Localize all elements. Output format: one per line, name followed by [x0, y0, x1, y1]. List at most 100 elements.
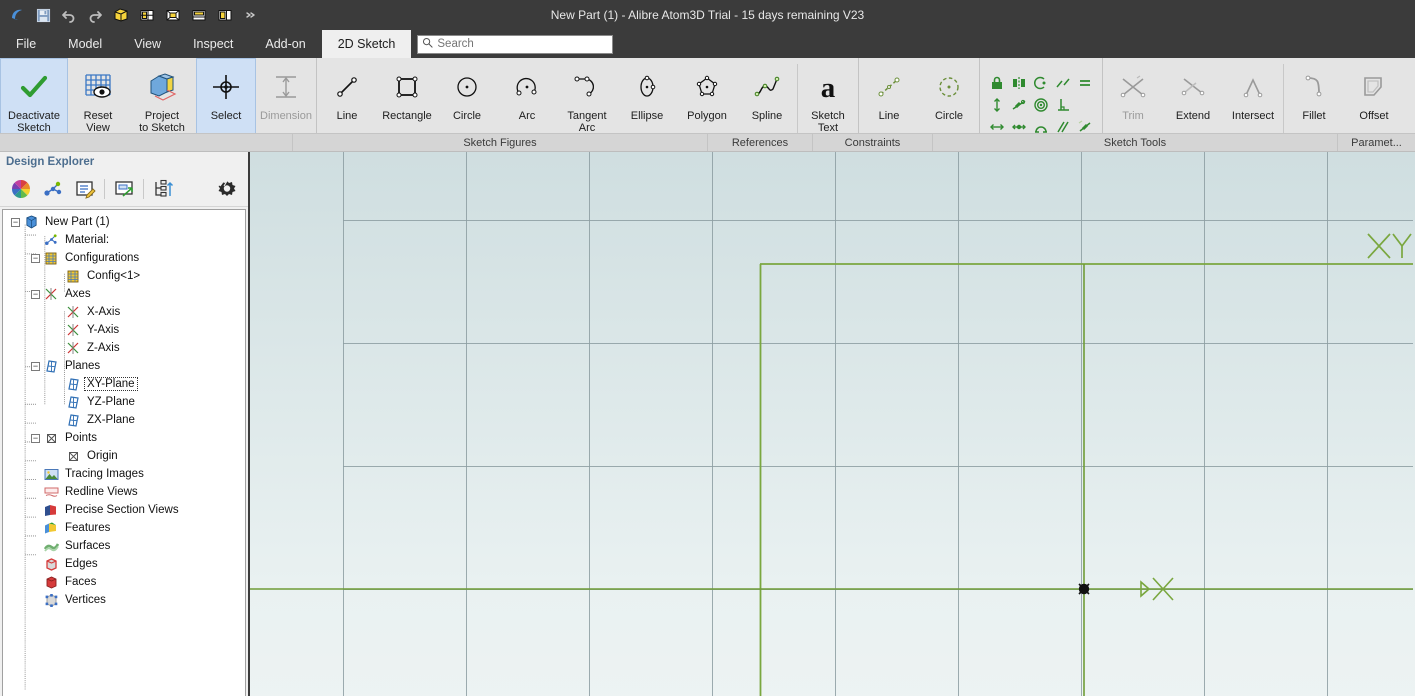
search-input[interactable]: [437, 38, 609, 50]
tree-node-xy-plane[interactable]: XY-Plane: [3, 375, 245, 393]
origin-point-icon: [1078, 583, 1090, 595]
menu-file[interactable]: File: [0, 30, 52, 58]
menu-addon[interactable]: Add-on: [249, 30, 321, 58]
expander-none: [31, 470, 40, 479]
tree-node-axes[interactable]: − Axes: [3, 285, 245, 303]
tree-node-x-axis[interactable]: X-Axis: [3, 303, 245, 321]
expander-none: [53, 272, 62, 281]
part-icon: [23, 215, 39, 230]
more-commands-icon[interactable]: [240, 4, 262, 26]
color-wheel-icon[interactable]: [8, 176, 34, 202]
tree-node-y-axis[interactable]: Y-Axis: [3, 321, 245, 339]
coincident-constraint-icon[interactable]: [1031, 95, 1051, 115]
line-icon: [332, 67, 362, 107]
caption-blank: [0, 134, 293, 151]
origin-icon: [65, 449, 81, 464]
reorder-up-icon[interactable]: [150, 176, 176, 202]
expander-minus-icon[interactable]: −: [11, 217, 20, 227]
view-iso-icon[interactable]: [110, 4, 132, 26]
tree-label: Features: [65, 522, 111, 534]
green-check-icon: [19, 67, 49, 107]
tangent-constraint-icon[interactable]: [1009, 95, 1029, 115]
concentric-constraint-icon[interactable]: [1031, 73, 1051, 93]
menu-model[interactable]: Model: [52, 30, 118, 58]
expander-minus-icon[interactable]: −: [31, 289, 40, 299]
menu-2d-sketch[interactable]: 2D Sketch: [321, 30, 412, 58]
menu-view[interactable]: View: [118, 30, 177, 58]
notes-edit-icon[interactable]: [72, 176, 98, 202]
tree-node-points[interactable]: − Points: [3, 429, 245, 447]
tree-node-material[interactable]: Material:: [3, 231, 245, 249]
constraint-blank: [1075, 95, 1095, 115]
ribbon-group-captions: Sketch Figures References Constraints Sk…: [0, 133, 1415, 151]
axis-icon: [65, 323, 81, 338]
caption-constraints: Constraints: [813, 134, 933, 151]
sketch-canvas[interactable]: [250, 152, 1415, 696]
tree-label: ZX-Plane: [87, 414, 135, 426]
trim-label: Trim: [1122, 110, 1144, 122]
trim-icon: [1118, 67, 1148, 107]
expander-minus-icon[interactable]: −: [31, 253, 40, 263]
expander-none: [31, 578, 40, 587]
undo-icon[interactable]: [58, 4, 80, 26]
reference-circle-label: Circle: [934, 110, 964, 122]
axes-icon: [43, 287, 59, 302]
tree-node-new-part[interactable]: − New Part (1): [3, 213, 245, 231]
expander-none: [31, 596, 40, 605]
expander-minus-icon[interactable]: −: [31, 433, 40, 443]
tree-label: Axes: [65, 288, 91, 300]
tree-node-yz-plane[interactable]: YZ-Plane: [3, 393, 245, 411]
tree-node-surfaces[interactable]: Surfaces: [3, 537, 245, 555]
tree-node-edges[interactable]: Edges: [3, 555, 245, 573]
tree-node-vertices[interactable]: Vertices: [3, 591, 245, 609]
vertical-constraint-icon[interactable]: [987, 95, 1007, 115]
alibre-logo-icon[interactable]: [6, 4, 28, 26]
expander-minus-icon[interactable]: −: [31, 361, 40, 371]
rename-icon[interactable]: [111, 176, 137, 202]
view-front-icon[interactable]: [136, 4, 158, 26]
reference-line-icon: [874, 67, 904, 107]
collinear-constraint-icon[interactable]: [1053, 73, 1073, 93]
lock-constraint-icon[interactable]: [987, 73, 1007, 93]
view-top-icon[interactable]: [162, 4, 184, 26]
redo-icon[interactable]: [84, 4, 106, 26]
tree-node-features[interactable]: Features: [3, 519, 245, 537]
deactivate-sketch-label-1: Deactivate: [8, 110, 60, 122]
tree-node-faces[interactable]: Faces: [3, 573, 245, 591]
view-right-icon[interactable]: [188, 4, 210, 26]
expander-none: [53, 398, 62, 407]
reset-view-grid-icon: [82, 67, 114, 107]
reference-circle-icon: [934, 67, 964, 107]
intersect-icon: [1238, 67, 1268, 107]
points-icon: [43, 431, 59, 446]
design-explorer-tree[interactable]: − New Part (1) Material: − Configuration…: [2, 209, 246, 696]
plane-icon: [65, 377, 81, 392]
save-icon[interactable]: [32, 4, 54, 26]
canvas-grid: [250, 152, 1413, 696]
project-to-sketch-label-1: Project: [144, 110, 180, 122]
tree-label: Precise Section Views: [65, 504, 179, 516]
settings-gear-icon[interactable]: [214, 176, 240, 202]
caption-parametrics: Paramet...: [1351, 136, 1402, 149]
tree-node-config-1[interactable]: Config<1>: [3, 267, 245, 285]
search-box[interactable]: [417, 34, 614, 54]
tree-node-redline-views[interactable]: Redline Views: [3, 483, 245, 501]
arc-icon: [512, 67, 542, 107]
tree-node-tracing-images[interactable]: Tracing Images: [3, 465, 245, 483]
tree-node-zx-plane[interactable]: ZX-Plane: [3, 411, 245, 429]
tree-node-planes[interactable]: − Planes: [3, 357, 245, 375]
material-node-icon[interactable]: [40, 176, 66, 202]
axis-icon: [65, 305, 81, 320]
tree-node-configurations[interactable]: − Configurations: [3, 249, 245, 267]
tree-node-z-axis[interactable]: Z-Axis: [3, 339, 245, 357]
symmetric-constraint-icon[interactable]: [1009, 73, 1029, 93]
equal-constraint-icon[interactable]: [1075, 73, 1095, 93]
tree-node-origin[interactable]: Origin: [3, 447, 245, 465]
circle-tool-label: Circle: [452, 110, 482, 122]
plane-icon: [65, 413, 81, 428]
view-back-icon[interactable]: [214, 4, 236, 26]
menu-inspect[interactable]: Inspect: [177, 30, 249, 58]
perpendicular-constraint-icon[interactable]: [1053, 95, 1073, 115]
offset-icon: [1359, 67, 1389, 107]
tree-node-precise-section-views[interactable]: Precise Section Views: [3, 501, 245, 519]
